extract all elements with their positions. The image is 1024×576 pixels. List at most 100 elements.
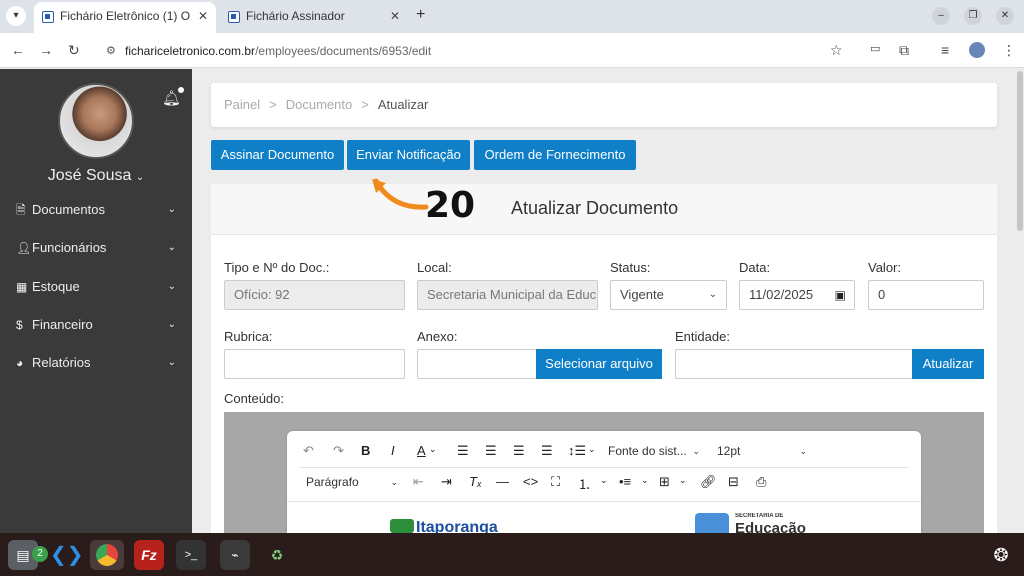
boxes-icon: ▦ — [16, 280, 28, 294]
print-icon[interactable]: ⎙ — [756, 474, 766, 490]
url-field[interactable]: ⚙ fichariceletronico.com.br/employees/do… — [101, 40, 859, 62]
picture-in-picture-icon[interactable]: ▭ — [870, 42, 880, 55]
browser-menu-icon[interactable]: ⋮ — [1002, 42, 1016, 59]
sidebar-item-funcionarios[interactable]: 👤︎Funcionários ⌄ — [16, 238, 180, 258]
user-icon: 👤︎ — [16, 241, 32, 255]
supply-order-button[interactable]: Ordem de Fornecimento — [474, 140, 636, 170]
send-notification-button[interactable]: Enviar Notificação — [347, 140, 470, 170]
user-name-dropdown[interactable]: José Sousa ⌄ — [0, 167, 192, 185]
close-tab-icon[interactable]: ✕ — [198, 2, 208, 31]
chevron-down-icon: ⌄ — [167, 281, 176, 292]
filezilla-icon[interactable]: Fz — [134, 540, 164, 570]
status-select[interactable]: Vigente ⌄ — [610, 280, 727, 310]
value-label: Valor: — [868, 260, 901, 275]
date-input[interactable]: 11/02/2025 ▣ — [739, 280, 855, 310]
calendar-icon[interactable]: ▣ — [835, 281, 846, 309]
panel-header: Atualizar Documento — [211, 184, 997, 235]
chevron-down-icon: ⌄ — [390, 477, 398, 487]
sidebar-item-relatorios[interactable]: ◕ Relatórios ⌄ — [16, 353, 180, 373]
vscode-icon[interactable]: ❮❯ — [50, 540, 84, 570]
chevron-down-icon: ⌄ — [167, 357, 176, 368]
url-host: fichariceletronico.com.br — [125, 44, 256, 58]
bullet-list-icon[interactable]: •≡ — [619, 474, 631, 489]
restore-icon[interactable]: ❐ — [964, 7, 982, 25]
table-icon[interactable]: ⊞ — [659, 474, 670, 490]
undo-icon[interactable]: ↶ — [303, 443, 314, 459]
media-control-icon[interactable]: ≡ — [941, 42, 949, 58]
sign-document-button[interactable]: Assinar Documento — [211, 140, 344, 170]
text-color-icon[interactable]: A — [417, 443, 426, 458]
bookmark-star-icon[interactable]: ☆ — [830, 42, 843, 59]
system-menu-icon[interactable]: ❂ — [986, 540, 1016, 570]
font-size-select[interactable]: 12pt ⌄ — [711, 440, 813, 462]
align-center-icon[interactable]: ☰ — [485, 443, 497, 459]
bell-icon[interactable]: 🔔︎ — [162, 87, 185, 107]
notification-badge: 2 — [32, 546, 48, 562]
outdent-icon[interactable]: ⇤ — [413, 474, 424, 490]
chevron-down-icon: ⌄ — [135, 172, 145, 183]
value-input[interactable]: 0 — [868, 280, 984, 310]
doc-type-field: Ofício: 92 — [224, 280, 405, 310]
source-code-icon[interactable]: <> — [523, 474, 538, 489]
site-settings-icon[interactable]: ⚙ — [106, 40, 116, 62]
browser-tab-assinador[interactable]: Fichário Assinador ✕ — [220, 2, 408, 33]
close-window-icon[interactable]: ✕ — [996, 7, 1014, 25]
status-label: Status: — [610, 260, 651, 275]
education-secretariat-logo: SECRETARIA DE Educação — [695, 513, 825, 533]
page-title: Atualizar Documento — [511, 198, 679, 218]
numbered-list-icon[interactable]: ⒈ — [578, 474, 591, 493]
block-format-select[interactable]: Parágrafo ⌄ — [300, 471, 404, 493]
breadcrumb-painel[interactable]: Painel — [224, 97, 260, 112]
entity-input[interactable] — [675, 349, 913, 379]
redo-icon[interactable]: ↷ — [333, 443, 344, 459]
entity-update-button[interactable]: Atualizar — [912, 349, 984, 379]
align-justify-icon[interactable]: ☰ — [541, 443, 553, 459]
browser-tab-fichario[interactable]: Fichário Eletrônico (1) O ✕ — [34, 2, 216, 33]
minimize-icon[interactable]: – — [932, 7, 950, 25]
system-monitor-icon[interactable]: ⌁ — [220, 540, 250, 570]
trash-icon[interactable]: ♻ — [262, 540, 292, 570]
clear-format-icon[interactable]: Tₓ — [469, 474, 482, 489]
indent-icon[interactable]: ⇥ — [441, 474, 452, 490]
files-app-icon[interactable]: ▤ 2 — [8, 540, 48, 570]
bold-icon[interactable]: B — [361, 443, 370, 458]
url-path: /employees/documents/6953/edit — [255, 44, 432, 58]
italic-icon[interactable]: I — [391, 443, 395, 458]
sidebar-item-documentos[interactable]: 🗎 Documentos ⌄ — [16, 200, 180, 220]
align-right-icon[interactable]: ☰ — [513, 443, 525, 459]
tab-search-chevron-icon[interactable]: ▾ — [6, 6, 26, 26]
horizontal-rule-icon[interactable]: — — [496, 474, 509, 489]
fullscreen-icon[interactable]: ⛶ — [551, 474, 560, 490]
breadcrumb-documento[interactable]: Documento — [286, 97, 352, 112]
chevron-down-icon: ⌄ — [167, 242, 176, 253]
back-icon[interactable]: ← — [11, 42, 25, 58]
terminal-icon[interactable]: >_ — [176, 540, 206, 570]
pie-chart-icon: ◕ — [16, 356, 24, 370]
link-icon[interactable]: 🔗︎ — [700, 474, 717, 490]
extensions-icon[interactable]: ⧉ — [899, 42, 909, 59]
itaporanga-logo: Itaporanga — [390, 517, 512, 533]
content-label: Conteúdo: — [224, 391, 284, 406]
chrome-app-icon[interactable] — [90, 540, 124, 570]
font-family-select[interactable]: Fonte do sist... ⌄ — [602, 440, 706, 462]
page-scrollbar[interactable] — [1016, 69, 1024, 533]
sidebar-item-estoque[interactable]: ▦ Estoque ⌄ — [16, 277, 180, 297]
profile-avatar-icon[interactable] — [969, 42, 985, 58]
rubric-input[interactable] — [224, 349, 405, 379]
sidebar-item-financeiro[interactable]: $ Financeiro ⌄ — [16, 315, 180, 335]
chevron-down-icon: ⌄ — [588, 444, 596, 454]
line-height-icon[interactable]: ↕☰ — [568, 443, 586, 459]
main-content: Painel > Documento > Atualizar Assinar Docum… — [192, 69, 1024, 533]
new-tab-icon[interactable]: + — [416, 6, 425, 24]
chevron-down-icon: ⌄ — [692, 446, 700, 456]
rich-text-editor[interactable]: ↶ ↷ B I A ⌄ ☰ ☰ ☰ ☰ ↕☰ ⌄ Fonte do sist..… — [287, 431, 921, 533]
avatar[interactable] — [58, 83, 134, 159]
align-left-icon[interactable]: ☰ — [457, 443, 469, 459]
close-tab-icon[interactable]: ✕ — [390, 2, 400, 31]
forward-icon[interactable]: → — [39, 42, 53, 58]
select-file-button[interactable]: Selecionar arquivo — [536, 349, 662, 379]
chevron-down-icon: ⌄ — [600, 475, 608, 485]
attach-input[interactable] — [417, 349, 537, 379]
page-break-icon[interactable]: ⊟ — [728, 474, 739, 490]
reload-icon[interactable]: ↻ — [68, 42, 80, 59]
